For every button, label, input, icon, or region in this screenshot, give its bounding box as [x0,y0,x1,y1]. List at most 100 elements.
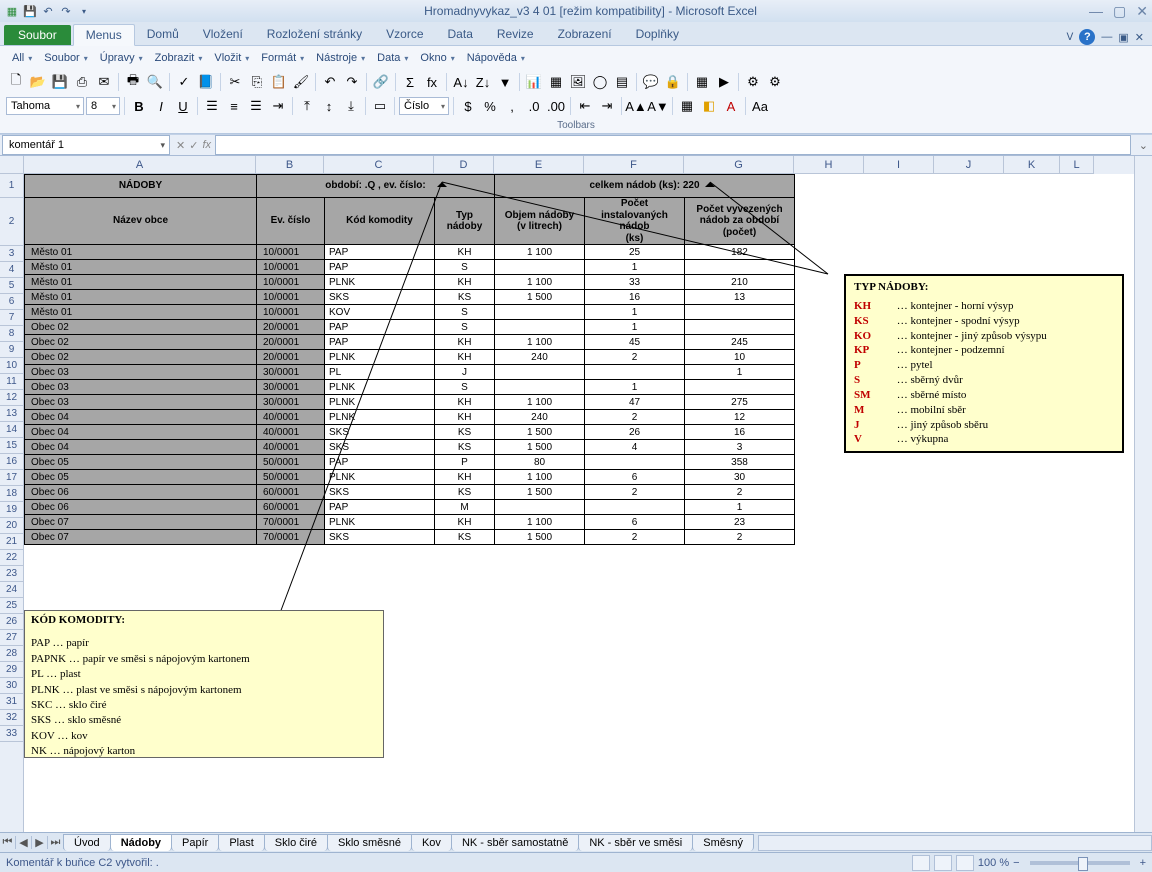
col-header-J[interactable]: J [934,156,1004,174]
cell[interactable]: Obec 03 [25,380,257,395]
ribbon-tab-doplňky[interactable]: Doplňky [624,24,691,45]
cell[interactable]: PAP [325,335,435,350]
cell[interactable]: 13 [685,290,795,305]
accept-fx-icon[interactable]: ✓ [189,139,198,152]
col-header-G[interactable]: G [684,156,794,174]
cell[interactable]: Obec 02 [25,335,257,350]
row-header[interactable]: 6 [0,294,23,310]
new-icon[interactable]: 🗋 [6,72,26,92]
col-header-F[interactable]: F [584,156,684,174]
sheet-tab[interactable]: Papír [171,834,219,851]
cell[interactable]: 47 [585,395,685,410]
cell[interactable]: 20/0001 [257,320,325,335]
save-icon[interactable]: 💾 [50,72,70,92]
col-header-B[interactable]: B [256,156,324,174]
cell[interactable]: PAP [325,500,435,515]
cell[interactable]: 1 [585,380,685,395]
cell[interactable]: Město 01 [25,275,257,290]
dec-dec-icon[interactable]: .00 [546,96,566,116]
cell[interactable]: 2 [685,485,795,500]
cell[interactable]: 70/0001 [257,515,325,530]
cell[interactable]: 1 500 [495,530,585,545]
ribbon-tab-revize[interactable]: Revize [485,24,546,45]
cell[interactable]: 30/0001 [257,395,325,410]
row-header[interactable]: 33 [0,726,23,742]
cell[interactable]: 20/0001 [257,335,325,350]
wb-close-icon[interactable]: ✕ [1135,31,1144,44]
cell[interactable]: 358 [685,455,795,470]
font-size-select[interactable]: 8 [86,97,120,115]
mail-icon[interactable]: ✉ [94,72,114,92]
cell[interactable] [585,365,685,380]
cell[interactable]: 1 [585,305,685,320]
cell[interactable]: 2 [585,350,685,365]
help-icon[interactable]: ? [1079,29,1095,45]
sum-icon[interactable]: Σ [400,72,420,92]
paste-icon[interactable]: 📋 [269,72,289,92]
cell[interactable]: 6 [585,470,685,485]
comma-icon[interactable]: , [502,96,522,116]
cell[interactable]: Město 01 [25,245,257,260]
italic-icon[interactable]: I [151,96,171,116]
grid[interactable]: ABCDEFGHIJKL NÁDOBY období: .Q , ev. čís… [24,156,1134,832]
menu-formát[interactable]: Formát [255,50,310,66]
formula-input[interactable] [215,135,1131,155]
col-header-K[interactable]: K [1004,156,1060,174]
cell[interactable]: 10/0001 [257,275,325,290]
row-header[interactable]: 17 [0,470,23,486]
cell[interactable] [495,260,585,275]
row-header[interactable]: 13 [0,406,23,422]
print-icon[interactable]: 🖶 [123,72,143,92]
row-header[interactable]: 22 [0,550,23,566]
sort-asc-icon[interactable]: A↓ [451,72,471,92]
cell[interactable]: S [435,320,495,335]
redo-icon[interactable]: ↷ [342,72,362,92]
cell[interactable]: 12 [685,410,795,425]
cell[interactable]: Obec 02 [25,350,257,365]
comment-icon[interactable]: 💬 [641,72,661,92]
sort-desc-icon[interactable]: Z↓ [473,72,493,92]
view-break-icon[interactable] [956,855,974,871]
cell[interactable]: SKS [325,425,435,440]
cell[interactable]: Město 01 [25,290,257,305]
cell[interactable]: 40/0001 [257,425,325,440]
sheet-tab[interactable]: Nádoby [110,834,172,851]
cell[interactable]: Obec 06 [25,485,257,500]
cell[interactable]: PLNK [325,380,435,395]
cell[interactable]: 10/0001 [257,245,325,260]
row-header[interactable]: 12 [0,390,23,406]
cell[interactable]: S [435,305,495,320]
row-header[interactable]: 19 [0,502,23,518]
sheet-tab[interactable]: Úvod [63,834,111,851]
save-as-icon[interactable]: ⎙ [72,72,92,92]
align-center-icon[interactable]: ≡ [224,96,244,116]
ribbon-tab-menus[interactable]: Menus [73,24,135,46]
cell[interactable]: 10 [685,350,795,365]
row-header[interactable]: 25 [0,598,23,614]
cell[interactable]: KH [435,410,495,425]
cell[interactable]: 45 [585,335,685,350]
cell[interactable]: Obec 06 [25,500,257,515]
cell[interactable]: PAP [325,455,435,470]
cell[interactable]: 30/0001 [257,380,325,395]
align-right-icon[interactable]: ☰ [246,96,266,116]
cell[interactable] [495,500,585,515]
cell[interactable]: KH [435,470,495,485]
row-header[interactable]: 23 [0,566,23,582]
cell[interactable]: S [435,380,495,395]
cell[interactable]: 40/0001 [257,440,325,455]
ribbon-tab-domů[interactable]: Domů [135,24,191,45]
cell[interactable]: Obec 04 [25,440,257,455]
row-header[interactable]: 32 [0,710,23,726]
sheet-tab[interactable]: Plast [218,834,264,851]
cell[interactable]: 30 [685,470,795,485]
cell[interactable]: 182 [685,245,795,260]
ribbon-tab-data[interactable]: Data [436,24,485,45]
expand-fx-icon[interactable]: ⌄ [1135,139,1152,152]
cell[interactable]: P [435,455,495,470]
cell[interactable]: KH [435,350,495,365]
cell[interactable]: Obec 02 [25,320,257,335]
wb-restore-icon[interactable]: ▣ [1118,31,1128,44]
tab-nav-next-icon[interactable]: ▶ [32,836,48,849]
borders-icon[interactable]: ▦ [677,96,697,116]
